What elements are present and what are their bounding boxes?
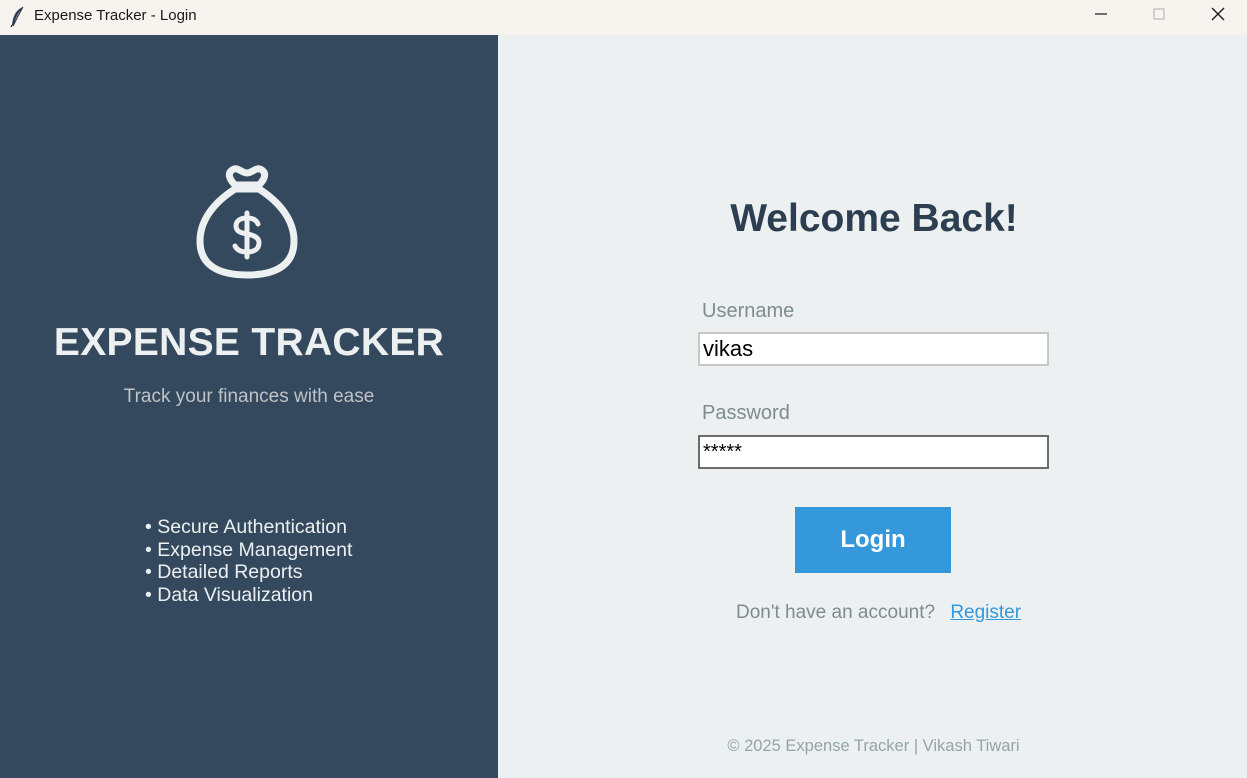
feature-item: • Secure Authentication xyxy=(145,516,347,538)
feature-list: • Secure Authentication • Expense Manage… xyxy=(145,516,352,606)
password-label: Password xyxy=(702,402,790,424)
brand-tagline: Track your finances with ease xyxy=(123,386,375,407)
close-icon xyxy=(1210,6,1226,27)
branding-panel: EXPENSE TRACKER Track your finances with… xyxy=(0,35,498,778)
feature-item: • Expense Management xyxy=(145,538,353,561)
register-row: Don't have an account? Register xyxy=(736,602,1021,624)
password-field[interactable] xyxy=(698,435,1049,469)
window-title: Expense Tracker - Login xyxy=(34,7,197,24)
minimize-button[interactable] xyxy=(1072,0,1130,32)
brand-title: EXPENSE TRACKER xyxy=(53,321,445,364)
feature-item: • Detailed Reports xyxy=(145,561,303,584)
close-button[interactable] xyxy=(1189,0,1247,32)
footer-copyright: © 2025 Expense Tracker | Vikash Tiwari xyxy=(727,737,1020,755)
minimize-icon xyxy=(1094,7,1108,26)
money-bag-icon xyxy=(193,163,301,281)
username-label: Username xyxy=(702,300,795,322)
title-bar: Expense Tracker - Login xyxy=(0,0,1247,35)
maximize-button[interactable] xyxy=(1130,0,1188,32)
app-window: Expense Tracker - Login EXPENSE TRACKER … xyxy=(0,0,1247,778)
login-panel: Welcome Back! Username Password Login Do… xyxy=(498,35,1247,778)
feather-icon xyxy=(9,6,27,28)
register-link[interactable]: Register xyxy=(950,602,1021,623)
login-button[interactable]: Login xyxy=(795,507,951,573)
username-field[interactable] xyxy=(698,332,1049,366)
feature-item: • Data Visualization xyxy=(145,583,313,606)
page-title: Welcome Back! xyxy=(730,197,1018,240)
maximize-icon xyxy=(1152,7,1166,26)
register-prompt: Don't have an account? xyxy=(736,602,936,623)
